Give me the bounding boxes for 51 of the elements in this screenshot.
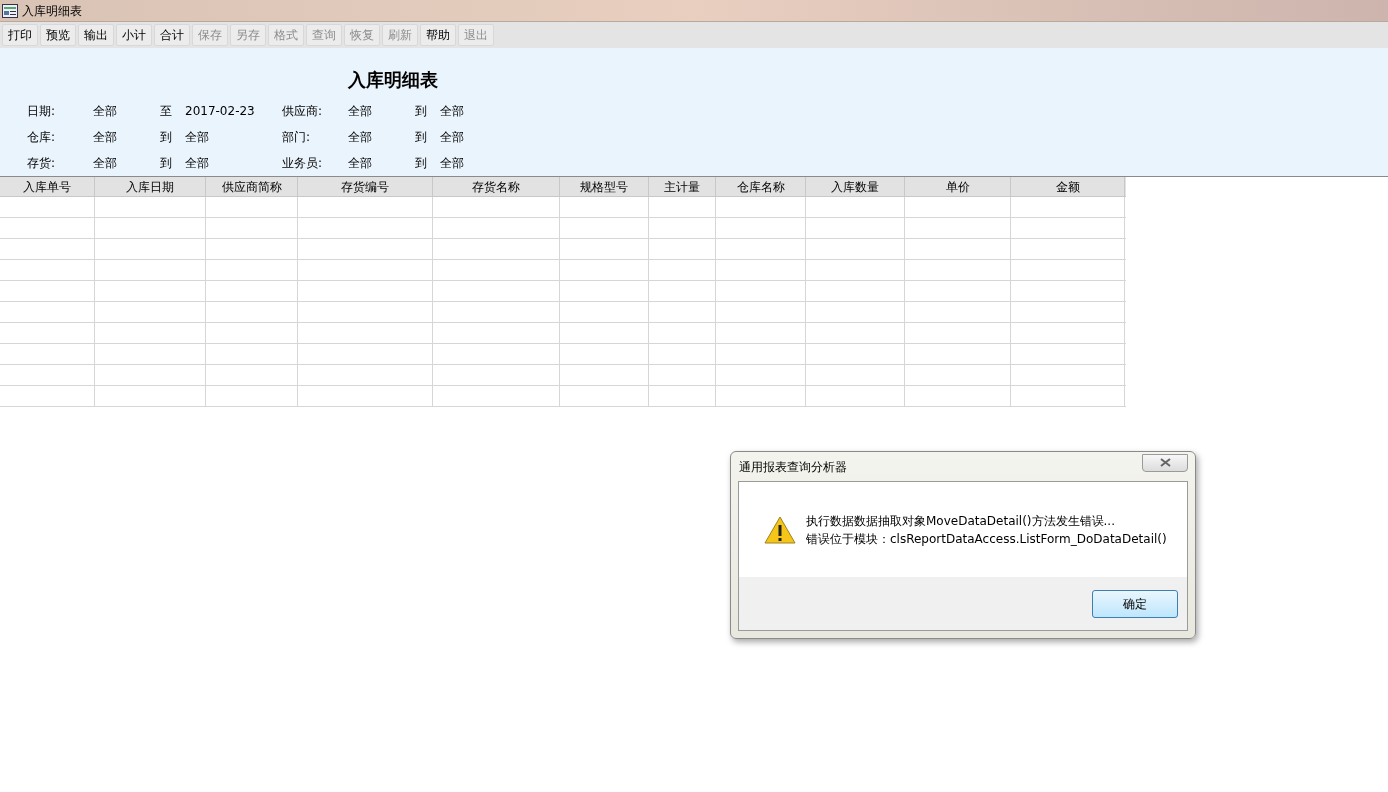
filter-label: 部门: <box>282 130 311 144</box>
filter-value: 全部 <box>440 130 464 144</box>
filter-separator: 至 <box>160 104 172 118</box>
filter-value: 全部 <box>93 156 117 170</box>
window-title: 入库明细表 <box>22 2 82 20</box>
filter-separator: 到 <box>415 130 427 144</box>
dialog-title: 通用报表查询分析器 <box>738 458 847 476</box>
filter-separator: 到 <box>415 104 427 118</box>
filter-separator: 到 <box>415 156 427 170</box>
filter-label: 仓库: <box>27 130 56 144</box>
report-title: 入库明细表 <box>348 68 438 92</box>
toolbar-button[interactable]: 合计 <box>154 24 190 46</box>
filter-value: 全部 <box>348 104 372 118</box>
filter-label: 日期: <box>27 104 56 118</box>
filter-value: 全部 <box>348 156 372 170</box>
warning-icon <box>764 515 796 544</box>
ok-button[interactable]: 确定 <box>1092 589 1178 618</box>
error-message: 错误位于模块：clsReportDataAccess.ListForm_DoDataDetail() <box>806 530 1167 548</box>
error-message: 执行数据数据抽取对象MoveDataDetail()方法发生错误... <box>806 512 1116 530</box>
filter-value: 全部 <box>185 156 209 170</box>
filter-label: 业务员: <box>282 156 323 170</box>
filter-value: 全部 <box>93 130 117 144</box>
filter-label: 供应商: <box>282 104 323 118</box>
column-header[interactable]: 入库日期 <box>95 177 206 196</box>
filter-value: 全部 <box>348 130 372 144</box>
column-header[interactable]: 主计量 <box>649 177 716 196</box>
toolbar-button[interactable]: 预览 <box>40 24 76 46</box>
column-header[interactable]: 金额 <box>1011 177 1125 196</box>
close-icon <box>1159 458 1171 467</box>
toolbar-button[interactable]: 打印 <box>2 24 38 46</box>
column-header[interactable]: 单价 <box>905 177 1011 196</box>
app-icon <box>2 3 18 18</box>
column-header[interactable]: 入库单号 <box>0 177 95 196</box>
toolbar-button[interactable]: 输出 <box>78 24 114 46</box>
column-header[interactable]: 入库数量 <box>806 177 905 196</box>
column-header[interactable]: 存货编号 <box>298 177 433 196</box>
filter-value: 2017-02-23 <box>185 104 255 118</box>
toolbar-button[interactable]: 帮助 <box>420 24 456 46</box>
close-button[interactable] <box>1142 453 1188 472</box>
toolbar-button[interactable]: 小计 <box>116 24 152 46</box>
column-header[interactable]: 仓库名称 <box>716 177 806 196</box>
filter-value: 全部 <box>440 156 464 170</box>
column-header[interactable]: 供应商简称 <box>206 177 298 196</box>
filter-value: 全部 <box>185 130 209 144</box>
filter-separator: 到 <box>160 130 172 144</box>
filter-value: 全部 <box>440 104 464 118</box>
filter-label: 存货: <box>27 156 56 170</box>
column-header[interactable]: 存货名称 <box>433 177 560 196</box>
column-header[interactable]: 规格型号 <box>560 177 649 196</box>
filter-separator: 到 <box>160 156 172 170</box>
filter-value: 全部 <box>93 104 117 118</box>
